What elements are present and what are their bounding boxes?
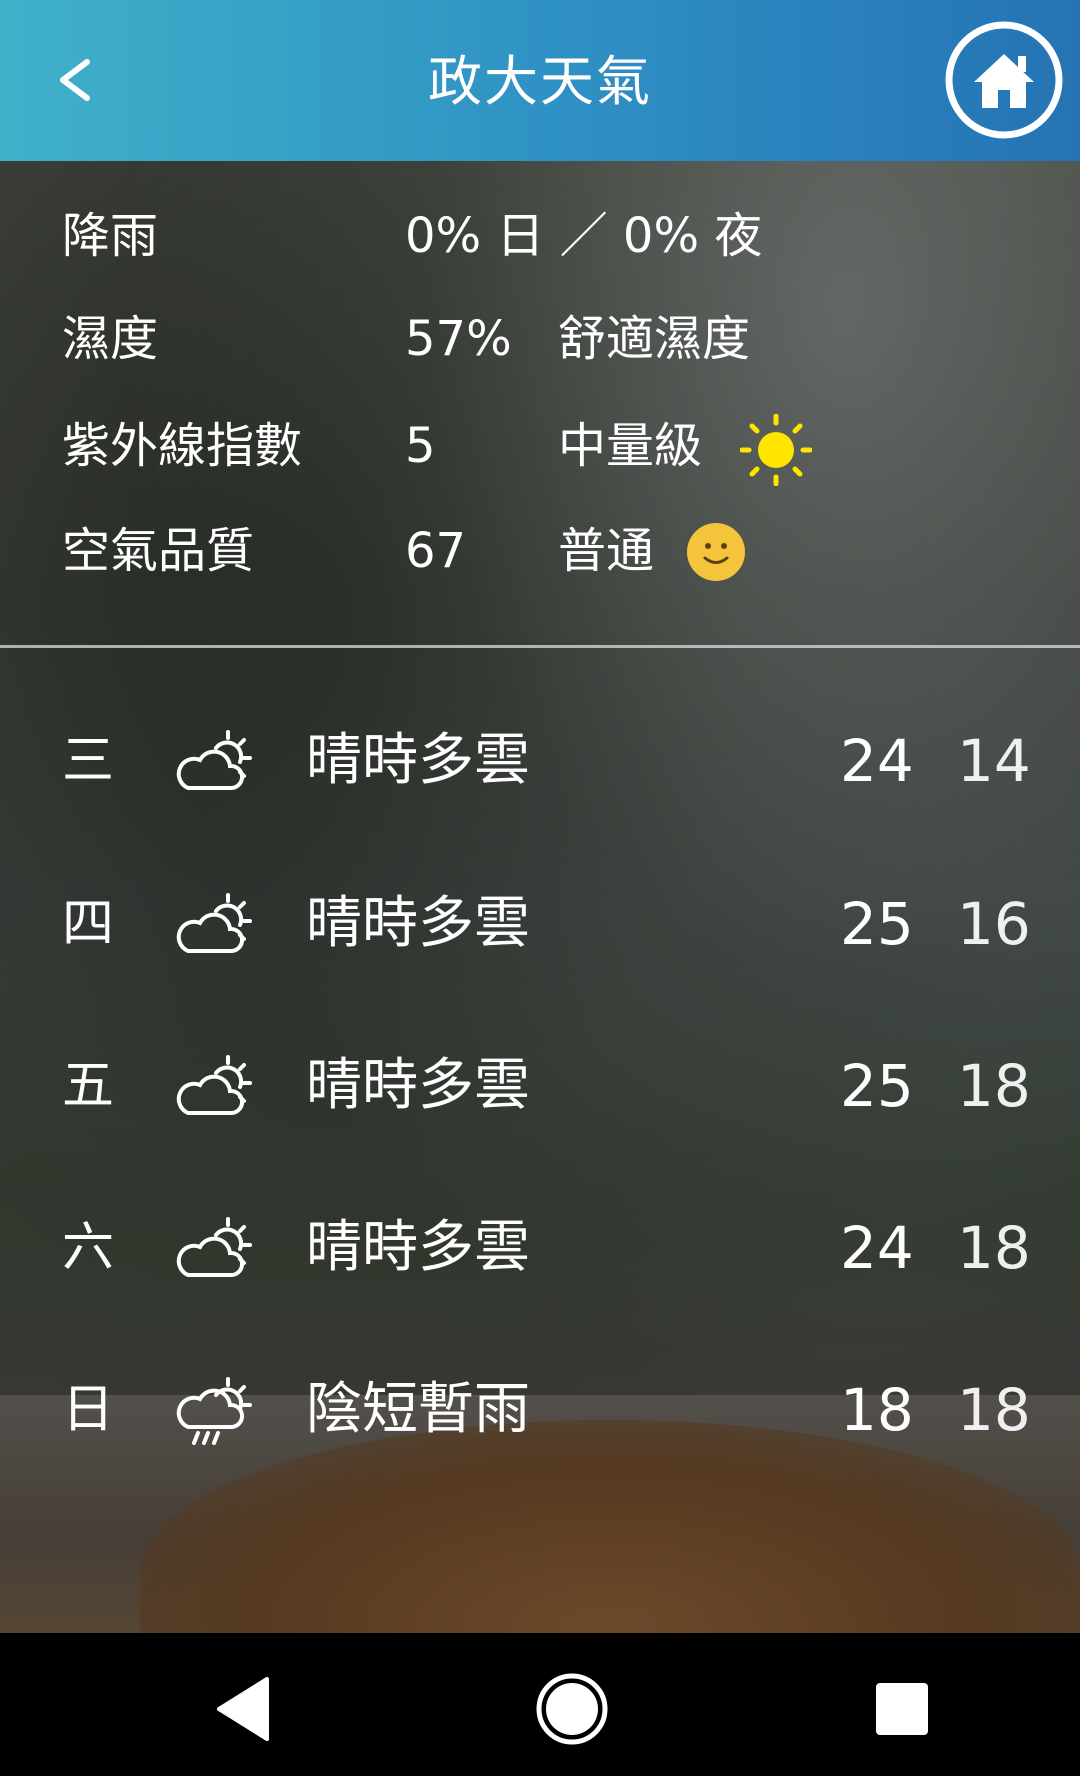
forecast-low: 14 [957, 727, 1031, 795]
chevron-left-icon [60, 59, 90, 101]
humidity-label: 濕度 [62, 311, 159, 367]
home-icon [945, 21, 1063, 139]
humidity-value: 57% [405, 311, 512, 367]
aqi-label: 空氣品質 [62, 523, 255, 579]
forecast-high: 25 [840, 1052, 914, 1120]
forecast-row: 六 晴時多雲 24 18 [0, 1193, 1080, 1303]
forecast-low: 16 [957, 890, 1031, 958]
nav-recents-button[interactable] [862, 1669, 942, 1749]
partly-cloudy-icon [176, 1217, 252, 1277]
uv-label: 紫外線指數 [62, 418, 303, 474]
cloud-rain-icon [176, 1377, 252, 1445]
aqi-desc: 普通 [558, 523, 655, 579]
weather-content: 降雨 0% 日 ／ 0% 夜 濕度 57% 舒適濕度 紫外線指數 5 中量級 空… [0, 161, 1080, 1633]
forecast-low: 18 [957, 1376, 1031, 1444]
nav-home-button[interactable] [532, 1669, 612, 1749]
forecast-desc: 晴時多雲 [306, 1215, 530, 1280]
sun-icon [740, 414, 812, 486]
forecast-high: 18 [840, 1376, 914, 1444]
forecast-row: 四 晴時多雲 25 16 [0, 869, 1080, 979]
system-nav-bar [0, 1633, 1080, 1776]
forecast-day: 三 [62, 731, 115, 791]
forecast-row: 日 陰短暫雨 18 18 [0, 1355, 1080, 1465]
forecast-day: 五 [62, 1056, 115, 1116]
page-title: 政大天氣 [428, 50, 652, 113]
partly-cloudy-icon [176, 893, 252, 953]
forecast-desc: 晴時多雲 [306, 891, 530, 956]
forecast-row: 三 晴時多雲 24 14 [0, 706, 1080, 816]
humidity-row: 濕度 57% 舒適濕度 [0, 289, 1080, 389]
forecast-desc: 晴時多雲 [306, 728, 530, 793]
forecast-high: 24 [840, 1214, 914, 1282]
forecast-day: 四 [62, 894, 115, 954]
uv-desc: 中量級 [558, 418, 703, 474]
circle-home-icon [536, 1673, 608, 1745]
back-button[interactable] [40, 40, 110, 120]
partly-cloudy-icon [176, 1055, 252, 1115]
smiley-face-icon [687, 523, 745, 581]
forecast-low: 18 [957, 1052, 1031, 1120]
uv-value: 5 [405, 418, 436, 474]
forecast-desc: 晴時多雲 [306, 1053, 530, 1118]
rain-value: 0% 日 ／ 0% 夜 [405, 208, 763, 264]
partly-cloudy-icon [176, 730, 252, 790]
forecast-desc: 陰短暫雨 [306, 1377, 530, 1442]
forecast-day: 六 [62, 1218, 115, 1278]
app-bar: 政大天氣 [0, 0, 1080, 161]
triangle-back-icon [217, 1677, 269, 1741]
forecast-low: 18 [957, 1214, 1031, 1282]
home-button[interactable] [944, 20, 1064, 140]
nav-back-button[interactable] [205, 1669, 285, 1749]
forecast-day: 日 [62, 1380, 115, 1440]
forecast-row: 五 晴時多雲 25 18 [0, 1031, 1080, 1141]
aqi-row: 空氣品質 67 普通 [0, 501, 1080, 601]
square-recents-icon [876, 1683, 928, 1735]
forecast-high: 25 [840, 890, 914, 958]
humidity-desc: 舒適濕度 [558, 311, 751, 367]
uv-row: 紫外線指數 5 中量級 [0, 396, 1080, 496]
rain-row: 降雨 0% 日 ／ 0% 夜 [0, 186, 1080, 286]
rain-label: 降雨 [62, 208, 159, 264]
section-divider [0, 645, 1080, 648]
aqi-value: 67 [405, 523, 467, 579]
forecast-high: 24 [840, 727, 914, 795]
weather-screen: 政大天氣 降雨 0% 日 ／ 0% 夜 濕度 57% 舒適濕度 紫外線指數 5 [0, 0, 1080, 1776]
